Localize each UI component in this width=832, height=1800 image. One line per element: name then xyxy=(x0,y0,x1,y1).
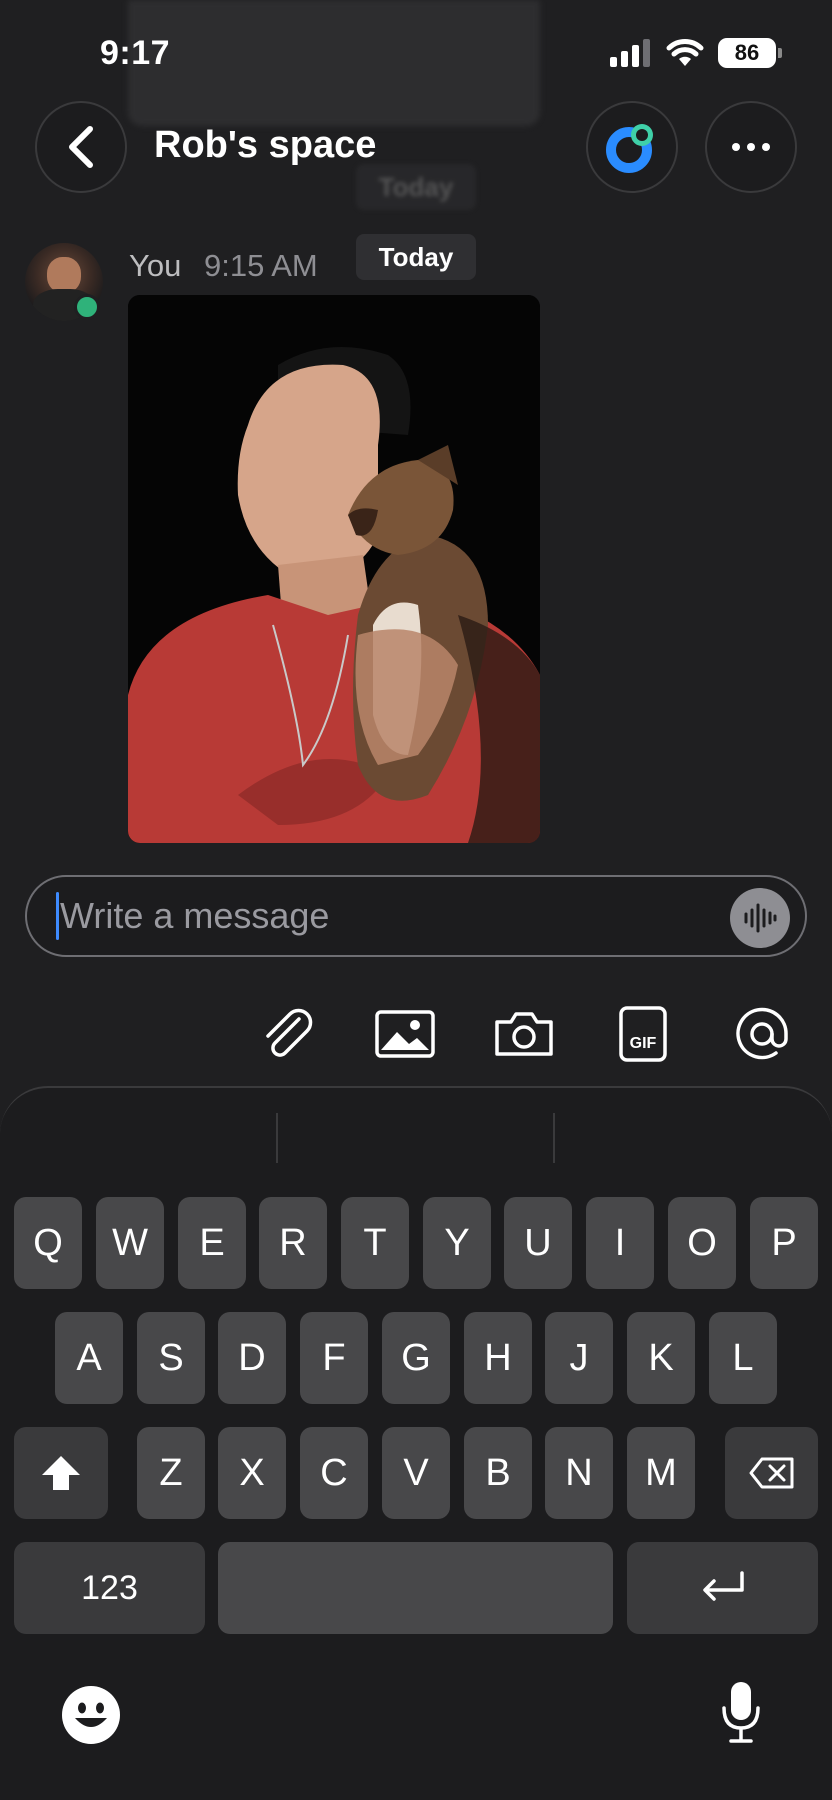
emoji-button[interactable] xyxy=(60,1684,122,1746)
message-photo[interactable] xyxy=(128,295,540,843)
status-time: 9:17 xyxy=(100,34,171,72)
at-sign-icon xyxy=(736,1007,788,1060)
attach-file-button[interactable] xyxy=(255,1004,319,1064)
voice-message-button[interactable] xyxy=(730,888,790,948)
avatar-face xyxy=(47,257,81,293)
more-horizontal-icon xyxy=(732,143,770,151)
presence-indicator xyxy=(74,294,100,320)
key-b[interactable]: B xyxy=(464,1427,532,1519)
message-input[interactable] xyxy=(60,888,720,944)
key-w[interactable]: W xyxy=(96,1197,164,1289)
mention-button[interactable] xyxy=(730,1004,794,1064)
dictation-button[interactable] xyxy=(719,1680,763,1746)
key-q[interactable]: Q xyxy=(14,1197,82,1289)
message-timestamp: 9:15 AM xyxy=(204,248,318,283)
more-options-button[interactable] xyxy=(705,101,797,193)
key-y[interactable]: Y xyxy=(423,1197,491,1289)
wifi-icon xyxy=(666,39,704,66)
return-key[interactable] xyxy=(627,1542,818,1634)
key-j[interactable]: J xyxy=(545,1312,613,1404)
date-badge: Today xyxy=(356,234,476,280)
key-n[interactable]: N xyxy=(545,1427,613,1519)
message-author: You xyxy=(129,248,182,283)
emoji-smile-icon xyxy=(62,1686,120,1744)
return-arrow-icon xyxy=(702,1571,744,1601)
chevron-left-icon xyxy=(69,126,93,168)
key-h[interactable]: H xyxy=(464,1312,532,1404)
key-t[interactable]: T xyxy=(341,1197,409,1289)
photo-picker-button[interactable] xyxy=(373,1004,437,1064)
space-key[interactable] xyxy=(218,1542,613,1634)
status-icons: 86 xyxy=(610,38,782,68)
cellular-signal-icon xyxy=(610,39,650,67)
camera-button[interactable] xyxy=(492,1004,556,1064)
photo-content xyxy=(128,295,540,843)
battery-level: 86 xyxy=(734,40,760,65)
background-card-blurred xyxy=(128,0,540,126)
shift-arrow-icon xyxy=(42,1456,80,1490)
key-c[interactable]: C xyxy=(300,1427,368,1519)
back-button[interactable] xyxy=(35,101,127,193)
suggestion-divider xyxy=(553,1113,555,1163)
key-p[interactable]: P xyxy=(750,1197,818,1289)
image-icon xyxy=(375,1010,435,1058)
key-i[interactable]: I xyxy=(586,1197,654,1289)
key-x[interactable]: X xyxy=(218,1427,286,1519)
camera-icon xyxy=(495,1012,553,1056)
key-z[interactable]: Z xyxy=(137,1427,205,1519)
backspace-key[interactable] xyxy=(725,1427,818,1519)
copilot-button[interactable] xyxy=(586,101,678,193)
suggestion-divider xyxy=(276,1113,278,1163)
key-f[interactable]: F xyxy=(300,1312,368,1404)
numbers-key[interactable]: 123 xyxy=(14,1542,205,1634)
key-k[interactable]: K xyxy=(627,1312,695,1404)
key-g[interactable]: G xyxy=(382,1312,450,1404)
key-e[interactable]: E xyxy=(178,1197,246,1289)
key-a[interactable]: A xyxy=(55,1312,123,1404)
key-d[interactable]: D xyxy=(218,1312,286,1404)
ghost-date-badge: Today xyxy=(356,164,476,210)
gif-icon: GIF xyxy=(619,1006,667,1062)
battery-indicator: 86 xyxy=(718,38,782,68)
microphone-icon xyxy=(722,1682,760,1743)
key-l[interactable]: L xyxy=(709,1312,777,1404)
key-u[interactable]: U xyxy=(504,1197,572,1289)
shift-key[interactable] xyxy=(14,1427,108,1519)
paperclip-icon xyxy=(266,1008,313,1057)
backspace-icon xyxy=(749,1457,793,1489)
key-m[interactable]: M xyxy=(627,1427,695,1519)
key-v[interactable]: V xyxy=(382,1427,450,1519)
key-o[interactable]: O xyxy=(668,1197,736,1289)
gif-button[interactable]: GIF xyxy=(611,1004,675,1064)
key-r[interactable]: R xyxy=(259,1197,327,1289)
audio-waveform-icon xyxy=(744,903,777,933)
page-title: Rob's space xyxy=(154,124,377,166)
key-s[interactable]: S xyxy=(137,1312,205,1404)
copilot-icon xyxy=(606,124,653,173)
svg-text:GIF: GIF xyxy=(630,1035,657,1052)
text-cursor xyxy=(56,892,59,940)
